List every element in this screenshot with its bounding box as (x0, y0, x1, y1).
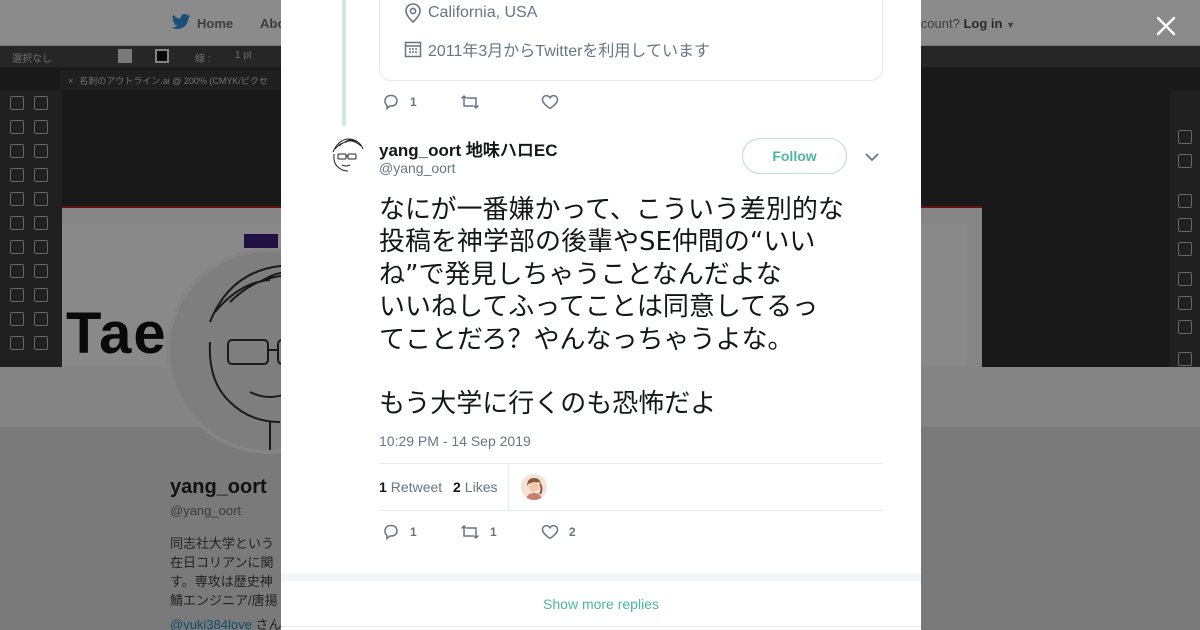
tweet-timestamp[interactable]: 10:29 PM - 14 Sep 2019 (379, 433, 531, 449)
author-avatar[interactable] (326, 136, 368, 178)
retweet-icon (460, 524, 480, 540)
follow-counts-partial: 1,001 フォロー 1,001 フォロワ (402, 73, 665, 80)
likes-stat-count: 2 (453, 479, 461, 495)
section-separator (281, 573, 921, 581)
avatar-drawing (326, 136, 368, 178)
heart-icon (541, 524, 559, 540)
reply-action[interactable]: 1 (382, 523, 460, 541)
likes-stat[interactable]: 2 Likes (453, 479, 497, 495)
close-modal-button[interactable] (1152, 12, 1180, 40)
close-icon (1156, 16, 1176, 36)
retweet-stat-label: Retweet (390, 479, 443, 495)
heart-icon (541, 94, 559, 110)
retweet-stat[interactable]: 1 Retweet (379, 479, 442, 495)
tweet-modal: California, USA 2011年3月からTwitterを利用しています… (281, 0, 921, 630)
author-handle[interactable]: @yang_oort (379, 160, 455, 176)
location-pin-icon (405, 3, 421, 23)
liker-avatar[interactable] (521, 474, 547, 500)
joined-row: 2011年3月からTwitterを利用しています (404, 37, 710, 61)
retweet-action[interactable]: 1 (460, 524, 541, 540)
retweet-icon (460, 94, 480, 110)
previous-tweet-profile-card[interactable]: California, USA 2011年3月からTwitterを利用しています… (379, 0, 883, 81)
liker-avatar-image (521, 474, 547, 500)
location-row: California, USA (404, 3, 537, 23)
tweet-actions: 1 1 2 (382, 523, 576, 541)
joined-text: 2011年3月からTwitterを利用しています (428, 43, 710, 60)
reply-action[interactable]: 1 (382, 93, 460, 111)
thread-connector-line (342, 0, 346, 126)
tweet-text: なにが一番嫌かって、こういう差別的な 投稿を神学部の後輩やSE仲間の“いい ね”… (379, 195, 844, 420)
previous-tweet-actions: 1 (382, 93, 559, 111)
stats-divider (508, 464, 509, 511)
reply-icon (384, 524, 398, 541)
reply-count: 1 (410, 525, 417, 539)
retweet-stat-count: 1 (379, 479, 387, 495)
author-name[interactable]: yang_oort 地味ハロEC (379, 136, 558, 161)
reply-count: 1 (410, 95, 417, 109)
follow-button[interactable]: Follow (742, 138, 847, 174)
chevron-down-icon[interactable] (863, 148, 881, 166)
likes-stat-label: Likes (464, 479, 498, 495)
like-action[interactable]: 2 (541, 524, 576, 540)
location-text: California, USA (428, 4, 538, 21)
tweet-stats: 1 Retweet 2 Likes (379, 463, 883, 511)
reply-icon (384, 94, 398, 111)
like-count: 2 (569, 525, 576, 539)
show-more-replies-button[interactable]: Show more replies (281, 581, 921, 627)
calendar-icon (404, 41, 422, 58)
like-action[interactable] (541, 94, 559, 110)
retweet-count: 1 (490, 525, 497, 539)
retweet-action[interactable] (460, 94, 541, 110)
